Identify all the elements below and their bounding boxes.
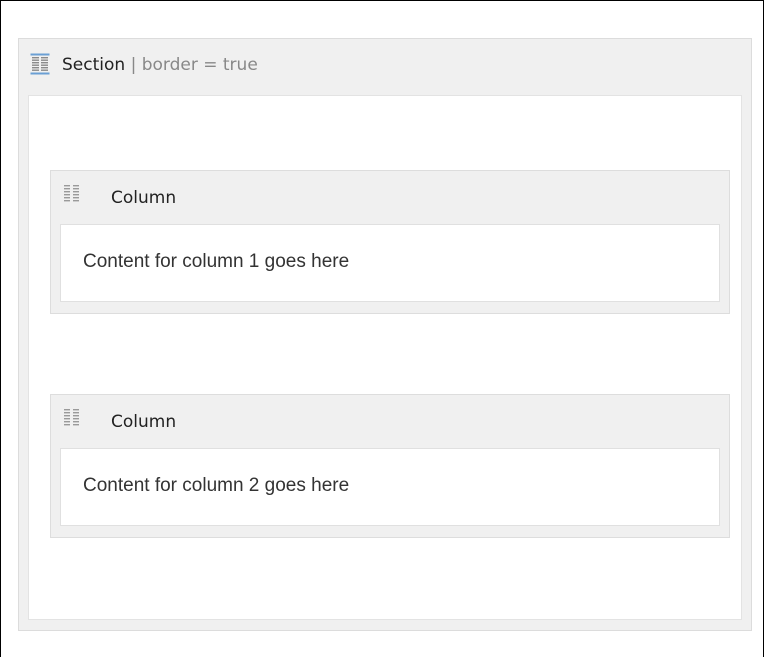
section-header: Section | border = true (19, 39, 751, 95)
column-content[interactable]: Content for column 1 goes here (60, 224, 720, 302)
section-title-label: Section (62, 55, 126, 75)
column-title: Column (111, 412, 177, 432)
section-macro[interactable]: Section | border = true Column Content f… (18, 38, 752, 631)
column-macro-2[interactable]: Column Content for column 2 goes here (50, 394, 730, 538)
section-title: Section | border = true (62, 55, 258, 75)
page-frame: Section | border = true Column Content f… (0, 0, 764, 657)
column-content[interactable]: Content for column 2 goes here (60, 448, 720, 526)
section-layout-icon (30, 53, 50, 75)
column-title: Column (111, 188, 177, 208)
column-layout-icon (64, 409, 80, 426)
column-macro-1[interactable]: Column Content for column 1 goes here (50, 170, 730, 314)
section-body: Column Content for column 1 goes here Co… (28, 95, 742, 620)
column-layout-icon (64, 185, 80, 202)
column-content-text: Content for column 1 goes here (83, 251, 350, 272)
section-title-separator: | (130, 55, 137, 75)
column-content-text: Content for column 2 goes here (83, 475, 350, 496)
section-param: border = true (141, 55, 258, 75)
